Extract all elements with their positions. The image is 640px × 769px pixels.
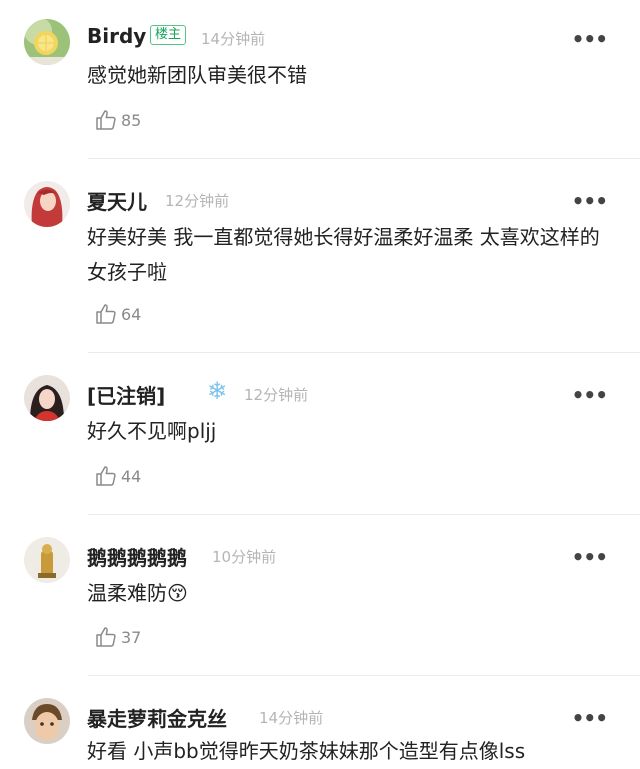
like-button[interactable]: 37 [94, 625, 141, 649]
username[interactable]: [已注销] [87, 380, 165, 409]
timestamp: 10分钟前 [212, 548, 277, 566]
user-avatar[interactable] [24, 537, 70, 583]
timestamp: 12分钟前 [165, 192, 230, 210]
like-button[interactable]: 64 [94, 302, 141, 326]
user-avatar[interactable] [24, 698, 70, 744]
like-count: 64 [121, 304, 142, 324]
snowflake-icon: ❄ [207, 377, 228, 405]
timestamp: 14分钟前 [259, 709, 324, 727]
child-avatar-icon [24, 698, 70, 744]
timestamp: 12分钟前 [244, 386, 309, 404]
username[interactable]: Birdy [87, 24, 146, 48]
more-options-icon[interactable]: ••• [572, 191, 608, 211]
like-count: 44 [121, 466, 142, 486]
divider [88, 158, 640, 159]
comment-text: 温柔难防😚 [87, 581, 188, 605]
divider [88, 352, 640, 353]
more-options-icon[interactable]: ••• [572, 708, 608, 728]
comment-text: 感觉她新团队审美很不错 [87, 63, 307, 87]
more-options-icon[interactable]: ••• [572, 29, 608, 49]
lemon-avatar-icon [24, 19, 70, 65]
thumbs-up-icon [96, 110, 116, 130]
like-button[interactable]: 85 [94, 108, 141, 132]
more-options-icon[interactable]: ••• [572, 547, 608, 567]
comment-text: 好看 小声bb觉得昨天奶茶妹妹那个造型有点像lss [87, 739, 526, 763]
red-hair-avatar-icon [24, 181, 70, 227]
like-button[interactable]: 44 [94, 464, 141, 488]
username[interactable]: 夏天儿 [87, 186, 147, 215]
divider [88, 675, 640, 676]
user-avatar[interactable] [24, 19, 70, 65]
like-count: 37 [121, 627, 142, 647]
user-avatar[interactable] [24, 181, 70, 227]
user-avatar[interactable] [24, 375, 70, 421]
figurine-avatar-icon [24, 537, 70, 583]
username[interactable]: 鹅鹅鹅鹅鹅 [87, 542, 187, 571]
timestamp: 14分钟前 [201, 30, 266, 48]
op-badge: 楼主 [150, 25, 187, 45]
thumbs-up-icon [96, 304, 116, 324]
more-options-icon[interactable]: ••• [572, 385, 608, 405]
thumbs-up-icon [96, 466, 116, 486]
divider [88, 514, 640, 515]
girl-avatar-icon [24, 375, 70, 421]
like-count: 85 [121, 110, 142, 130]
username[interactable]: 暴走萝莉金克丝 [87, 703, 227, 732]
comment-text: 好久不见啊pljj [87, 419, 217, 443]
comment-text: 好美好美 我一直都觉得她长得好温柔好温柔 太喜欢这样的女孩子啦 [87, 225, 600, 284]
thumbs-up-icon [96, 627, 116, 647]
